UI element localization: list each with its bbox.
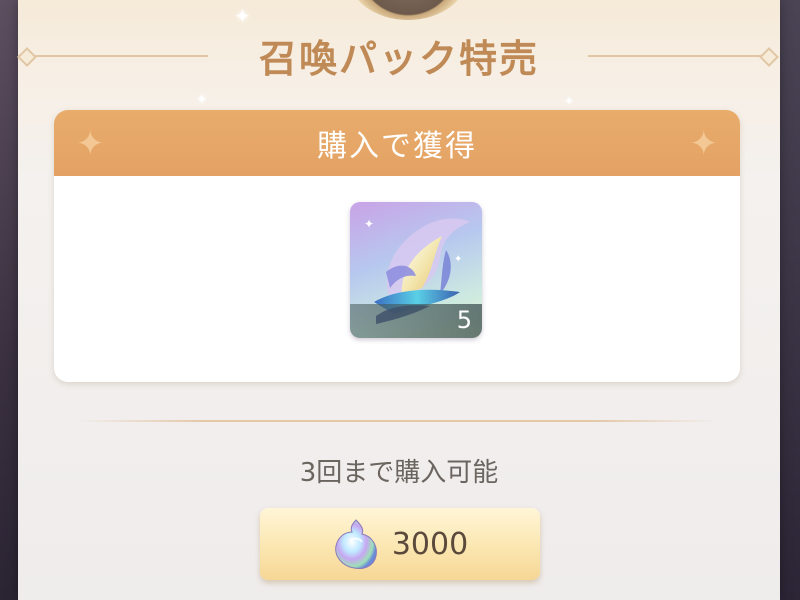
background-left [0, 0, 18, 600]
reward-card-header: ✦ 購入で獲得 ✦ [54, 110, 740, 176]
star-ornament-icon: ✦ [689, 124, 719, 164]
page-title: 召喚パック特売 [258, 37, 539, 81]
svg-text:✦: ✦ [364, 217, 374, 231]
reward-header-label: 購入で獲得 [317, 129, 477, 164]
price-label: 3000 [391, 526, 469, 562]
reward-item-slot[interactable]: ✦ ✦ 5 [350, 202, 482, 338]
sparkle-icon: ✦ [234, 4, 251, 28]
reward-card: ✦ 購入で獲得 ✦ ✦ ✦ 5 [54, 110, 740, 382]
star-ornament-icon: ✦ [76, 124, 105, 164]
top-medallion-decoration [348, 0, 468, 20]
item-count: 5 [456, 306, 472, 334]
purchase-limit-text: 3回まで購入可能 [299, 458, 499, 488]
shop-popup-panel: ✦ ✦ ✦ 召喚パック特売 ✦ 購入で獲得 ✦ ✦ ✦ 5 3回まで購入可能 3… [17, 0, 780, 600]
background-right [780, 0, 800, 600]
buy-button[interactable]: 3000 [260, 508, 540, 580]
svg-text:✦: ✦ [454, 254, 462, 265]
section-divider [78, 420, 718, 422]
gem-icon [335, 519, 377, 569]
sparkle-icon: ✦ [564, 94, 575, 108]
sparkle-icon: ✦ [196, 92, 208, 108]
